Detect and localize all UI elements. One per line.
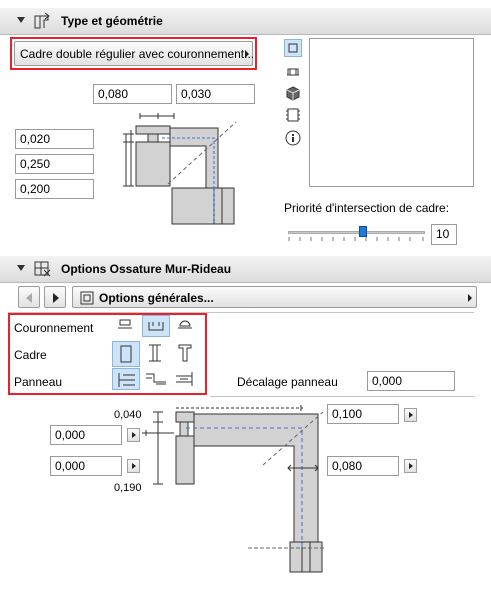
section-title: Options Ossature Mur-Rideau: [61, 262, 232, 276]
panel-center-icon: [146, 373, 166, 385]
panel-label: Panneau: [14, 375, 63, 389]
frame-option-3[interactable]: [172, 341, 200, 367]
section-header-curtain-wall[interactable]: Options Ossature Mur-Rideau: [0, 256, 491, 283]
crown-option-1[interactable]: [112, 315, 140, 337]
view-frames-button[interactable]: [284, 106, 302, 124]
frame-type-label: Cadre double régulier avec couronnement.…: [20, 47, 255, 61]
panel-right-icon: [176, 372, 193, 386]
left-field-1[interactable]: 0,020: [15, 129, 94, 149]
crown-round-icon: [178, 320, 192, 329]
view-3d-button[interactable]: [284, 84, 302, 102]
top-left-field[interactable]: 0,080: [93, 84, 172, 104]
page-label: Options générales...: [99, 291, 214, 305]
frame-rect-icon: [120, 345, 132, 363]
crown-option-3[interactable]: [172, 315, 200, 337]
square-icon: [288, 43, 298, 53]
crown-label: Couronnement: [14, 321, 94, 335]
collapse-triangle-icon[interactable]: [17, 265, 25, 271]
frame-label: Cadre: [14, 348, 47, 362]
next-page-button[interactable]: [44, 286, 66, 308]
diagram-right-field-1[interactable]: 0,100: [327, 404, 399, 424]
page-popup[interactable]: Options générales...: [72, 286, 477, 308]
info-icon: [285, 130, 301, 146]
frame-option-2[interactable]: [142, 341, 170, 367]
diagram-right-field-2[interactable]: 0,080: [327, 456, 399, 476]
info-button[interactable]: [284, 129, 302, 147]
section-icon: [287, 68, 299, 76]
panel-offset-label: Décalage panneau: [237, 375, 338, 389]
left-field-2[interactable]: 0,250: [15, 154, 94, 174]
frame-option-1[interactable]: [112, 341, 140, 367]
prev-page-button[interactable]: [18, 286, 40, 308]
crown-flat-icon: [148, 322, 164, 331]
frame-profile-diagram: [123, 113, 237, 225]
frame-t-icon: [178, 344, 192, 362]
popup-arrow-icon: [245, 50, 249, 58]
collapse-triangle-icon[interactable]: [17, 17, 25, 23]
section-title: Type et géométrie: [61, 14, 163, 28]
view-section-button[interactable]: [284, 62, 302, 80]
priority-slider[interactable]: [288, 231, 425, 234]
panel-option-1[interactable]: [112, 368, 140, 390]
divider: [210, 396, 475, 397]
panel-option-2[interactable]: [142, 368, 170, 390]
priority-label: Priorité d'intersection de cadre:: [284, 201, 450, 215]
frame-type-popup[interactable]: Cadre double régulier avec couronnement.…: [14, 41, 255, 66]
preview-panel[interactable]: [309, 38, 474, 187]
curtain-wall-icon: [34, 261, 51, 277]
popup-arrow-icon: [468, 294, 472, 302]
panel-option-3[interactable]: [172, 368, 200, 390]
right-arrow-icon: [53, 293, 59, 303]
cube-icon: [286, 86, 300, 101]
curtain-wall-profile-diagram: [142, 405, 324, 573]
view-2d-button[interactable]: [284, 39, 302, 57]
priority-field[interactable]: 10: [431, 224, 457, 245]
slider-ticks: [288, 237, 424, 241]
panel-offset-field[interactable]: 0,000: [367, 371, 455, 391]
frame-i-beam-icon: [149, 344, 161, 362]
crown-option-2[interactable]: [142, 315, 170, 337]
right-field-1-arrow[interactable]: [404, 408, 417, 422]
diagram-left-field-2[interactable]: 0,000: [50, 456, 122, 476]
right-field-2-arrow[interactable]: [404, 459, 417, 473]
section-header-type-geometry[interactable]: Type et géométrie: [0, 8, 491, 35]
left-field-3[interactable]: 0,200: [15, 179, 94, 199]
diagram-left-field-1[interactable]: 0,000: [50, 425, 122, 445]
frame-type-icon: [34, 12, 50, 29]
left-arrow-icon: [26, 293, 32, 303]
film-strip-icon: [286, 108, 300, 122]
top-right-field[interactable]: 0,030: [176, 84, 255, 104]
general-options-icon: [80, 291, 94, 305]
slider-thumb[interactable]: [359, 226, 368, 237]
crown-none-icon: [118, 319, 132, 329]
panel-left-icon: [118, 373, 135, 387]
